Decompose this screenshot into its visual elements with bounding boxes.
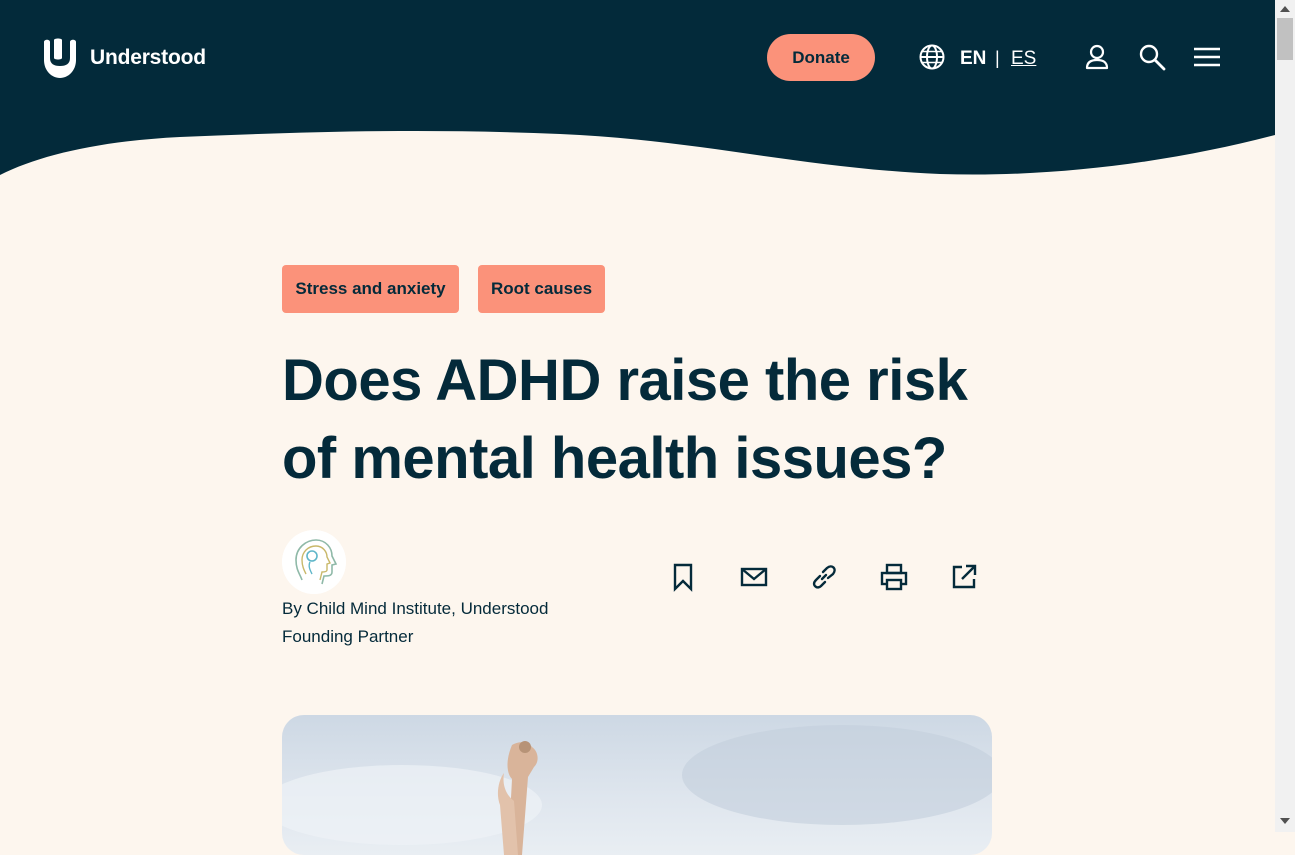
language-english[interactable]: EN: [960, 48, 986, 70]
hamburger-menu-icon[interactable]: [1193, 43, 1221, 71]
author-avatar: [282, 530, 346, 594]
tag-stress-and-anxiety[interactable]: Stress and anxiety: [282, 265, 459, 313]
external-share-icon[interactable]: [949, 562, 979, 592]
hands-reaching-sky-icon: [282, 725, 992, 855]
header-wave-background: [0, 0, 1275, 175]
donate-button[interactable]: Donate: [767, 34, 875, 81]
article-byline: By Child Mind Institute, Understood Foun…: [282, 599, 549, 646]
globe-icon[interactable]: [919, 44, 945, 70]
scroll-up-arrow-icon[interactable]: [1280, 6, 1290, 12]
child-mind-institute-logo-icon: [282, 530, 346, 594]
language-separator: |: [995, 48, 1000, 68]
link-icon[interactable]: [809, 562, 839, 592]
tag-root-causes[interactable]: Root causes: [478, 265, 605, 313]
email-icon[interactable]: [739, 562, 769, 592]
article-title: Does ADHD raise the risk of mental healt…: [282, 348, 968, 491]
scroll-down-arrow-icon[interactable]: [1280, 818, 1290, 824]
understood-logo[interactable]: Understood: [40, 38, 206, 78]
logo-mark-icon: [44, 38, 76, 78]
vertical-scrollbar[interactable]: [1275, 0, 1295, 832]
bookmark-icon[interactable]: [668, 562, 698, 592]
search-icon[interactable]: [1138, 43, 1166, 71]
site-header: Understood Donate EN | ES: [0, 0, 1275, 180]
scroll-thumb[interactable]: [1277, 18, 1293, 60]
language-spanish-link[interactable]: ES: [1011, 48, 1036, 70]
article-hero-image: [282, 715, 992, 855]
user-account-icon[interactable]: [1083, 43, 1111, 71]
brand-name: Understood: [90, 46, 206, 69]
print-icon[interactable]: [879, 562, 909, 592]
